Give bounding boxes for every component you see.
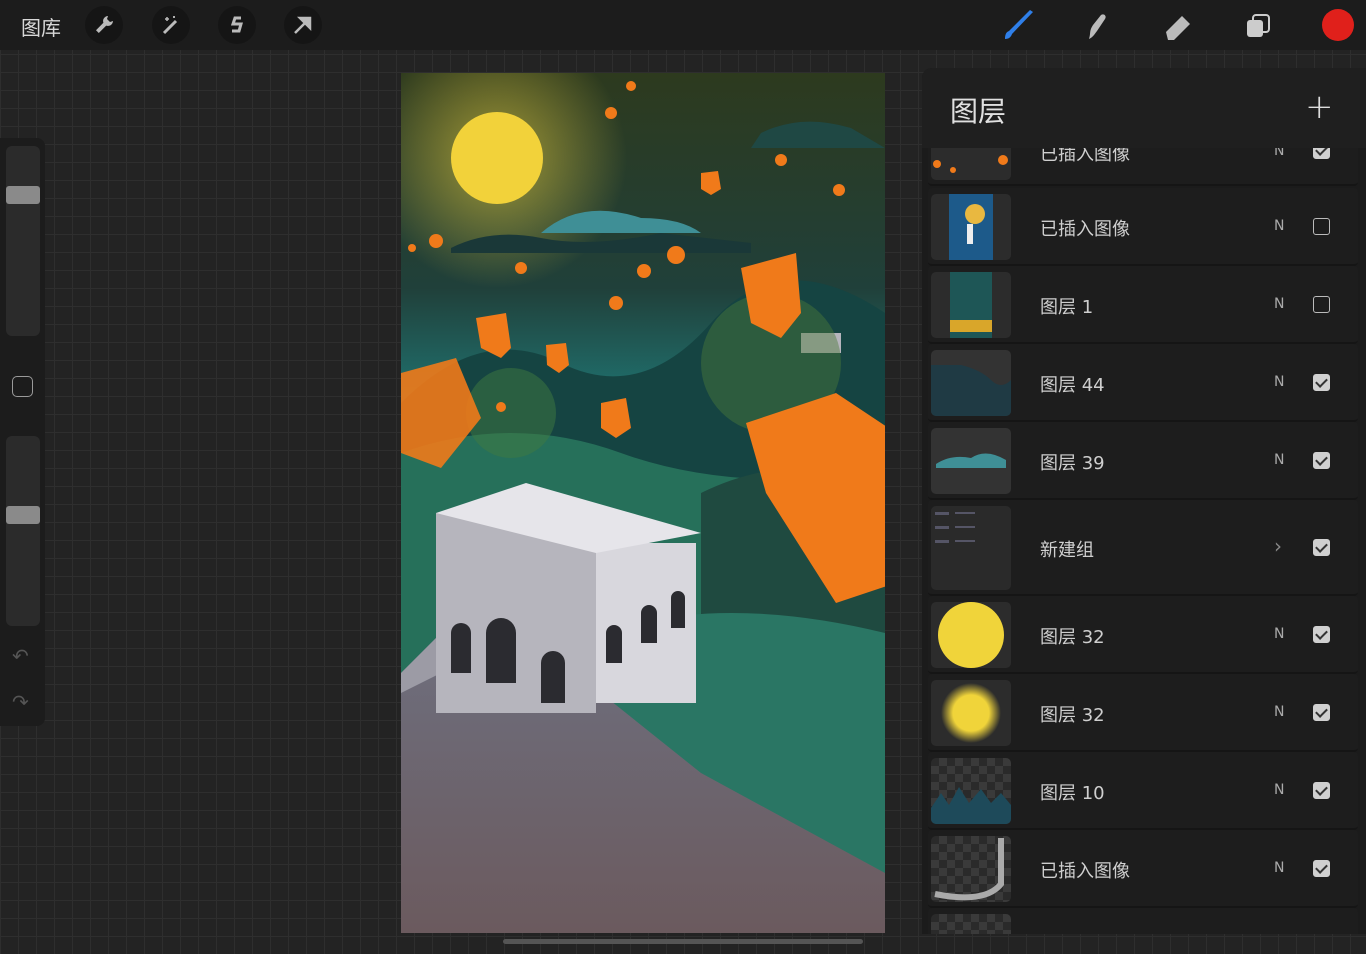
layers-panel-header: 图层 + [922,68,1366,148]
layer-thumbnail [931,602,1011,668]
group-thumbnail [931,506,1011,590]
layer-visibility-checkbox[interactable] [1313,539,1330,556]
layer-row[interactable]: 图层 39 N [928,422,1358,500]
layers-panel-title: 图层 [950,95,1007,128]
layer-row-partial[interactable] [928,908,1358,934]
smudge-icon[interactable] [1080,8,1116,44]
layer-visibility-checkbox[interactable] [1313,782,1330,799]
brush-size-thumb[interactable] [6,186,40,204]
layer-visibility-checkbox[interactable] [1313,218,1330,235]
layer-visibility-checkbox[interactable] [1313,704,1330,721]
layer-name: 图层 1 [1040,297,1094,318]
layer-row[interactable]: 图层 1 N [928,266,1358,344]
selection-icon[interactable] [218,6,256,44]
layer-row[interactable]: 已插入图像 N [928,188,1358,266]
layer-name: 图层 39 [1040,453,1105,474]
blend-mode-button[interactable]: N [1274,296,1284,312]
layer-row[interactable]: 图层 10 N [928,752,1358,830]
layer-thumbnail [931,194,1011,260]
opacity-thumb[interactable] [6,506,40,524]
undo-icon[interactable]: ↶ [12,644,29,668]
add-layer-plus-icon[interactable]: + [1305,90,1334,124]
layer-thumbnail [931,428,1011,494]
brush-icon[interactable] [1000,8,1036,44]
layer-visibility-checkbox[interactable] [1313,374,1330,391]
home-indicator[interactable] [503,939,863,944]
adjustments-magic-wand-icon[interactable] [152,6,190,44]
blend-mode-button[interactable]: N [1274,626,1284,642]
gallery-button[interactable]: 图库 [21,12,61,41]
blend-mode-button[interactable]: N [1274,218,1284,234]
top-toolbar: 图库 [0,0,1366,50]
layer-thumbnail [931,836,1011,902]
group-name: 新建组 [1040,540,1094,561]
expand-group-chevron-icon[interactable]: › [1274,534,1282,558]
layer-name: 图层 44 [1040,375,1105,396]
layer-name: 图层 32 [1040,627,1105,648]
redo-icon[interactable]: ↷ [12,690,29,714]
transform-arrow-icon[interactable] [284,6,322,44]
layer-name: 图层 10 [1040,783,1105,804]
layer-row[interactable]: 图层 32 N [928,596,1358,674]
layer-row[interactable]: 图层 32 N [928,674,1358,752]
layer-visibility-checkbox[interactable] [1313,452,1330,469]
layer-thumbnail [931,914,1011,934]
left-sidebar: ↶ ↷ [0,138,45,726]
blend-mode-button[interactable]: N [1274,704,1284,720]
layer-group-row[interactable]: 新建组 › [928,500,1358,596]
blend-mode-button[interactable]: N [1274,860,1284,876]
artwork-illustration [401,73,885,933]
brush-size-slider[interactable] [6,146,40,336]
layer-visibility-checkbox[interactable] [1313,296,1330,313]
layer-row[interactable]: 图层 44 N [928,344,1358,422]
blend-mode-button[interactable]: N [1274,374,1284,390]
eraser-icon[interactable] [1160,8,1196,44]
blend-mode-button[interactable]: N [1274,452,1284,468]
artwork-canvas[interactable] [401,73,885,933]
blend-mode-button[interactable]: N [1274,782,1284,798]
layer-thumbnail [931,680,1011,746]
layer-visibility-checkbox[interactable] [1313,860,1330,877]
actions-wrench-icon[interactable] [85,6,123,44]
eyedropper-modify-button[interactable] [12,376,33,397]
layer-thumbnail [931,350,1011,416]
layers-icon[interactable] [1240,8,1276,44]
layers-panel: 图层 + 已插入图像 N 已插入图像 N 图层 1 N 图层 44 N 图层 3… [922,68,1366,934]
color-picker-button[interactable] [1322,9,1354,41]
layer-name: 已插入图像 [1040,219,1130,240]
layer-thumbnail [931,272,1011,338]
opacity-slider[interactable] [6,436,40,626]
layer-thumbnail [931,758,1011,824]
layer-visibility-checkbox[interactable] [1313,626,1330,643]
layer-name: 图层 32 [1040,705,1105,726]
layer-row[interactable]: 已插入图像 N [928,830,1358,908]
layer-name: 已插入图像 [1040,861,1130,882]
